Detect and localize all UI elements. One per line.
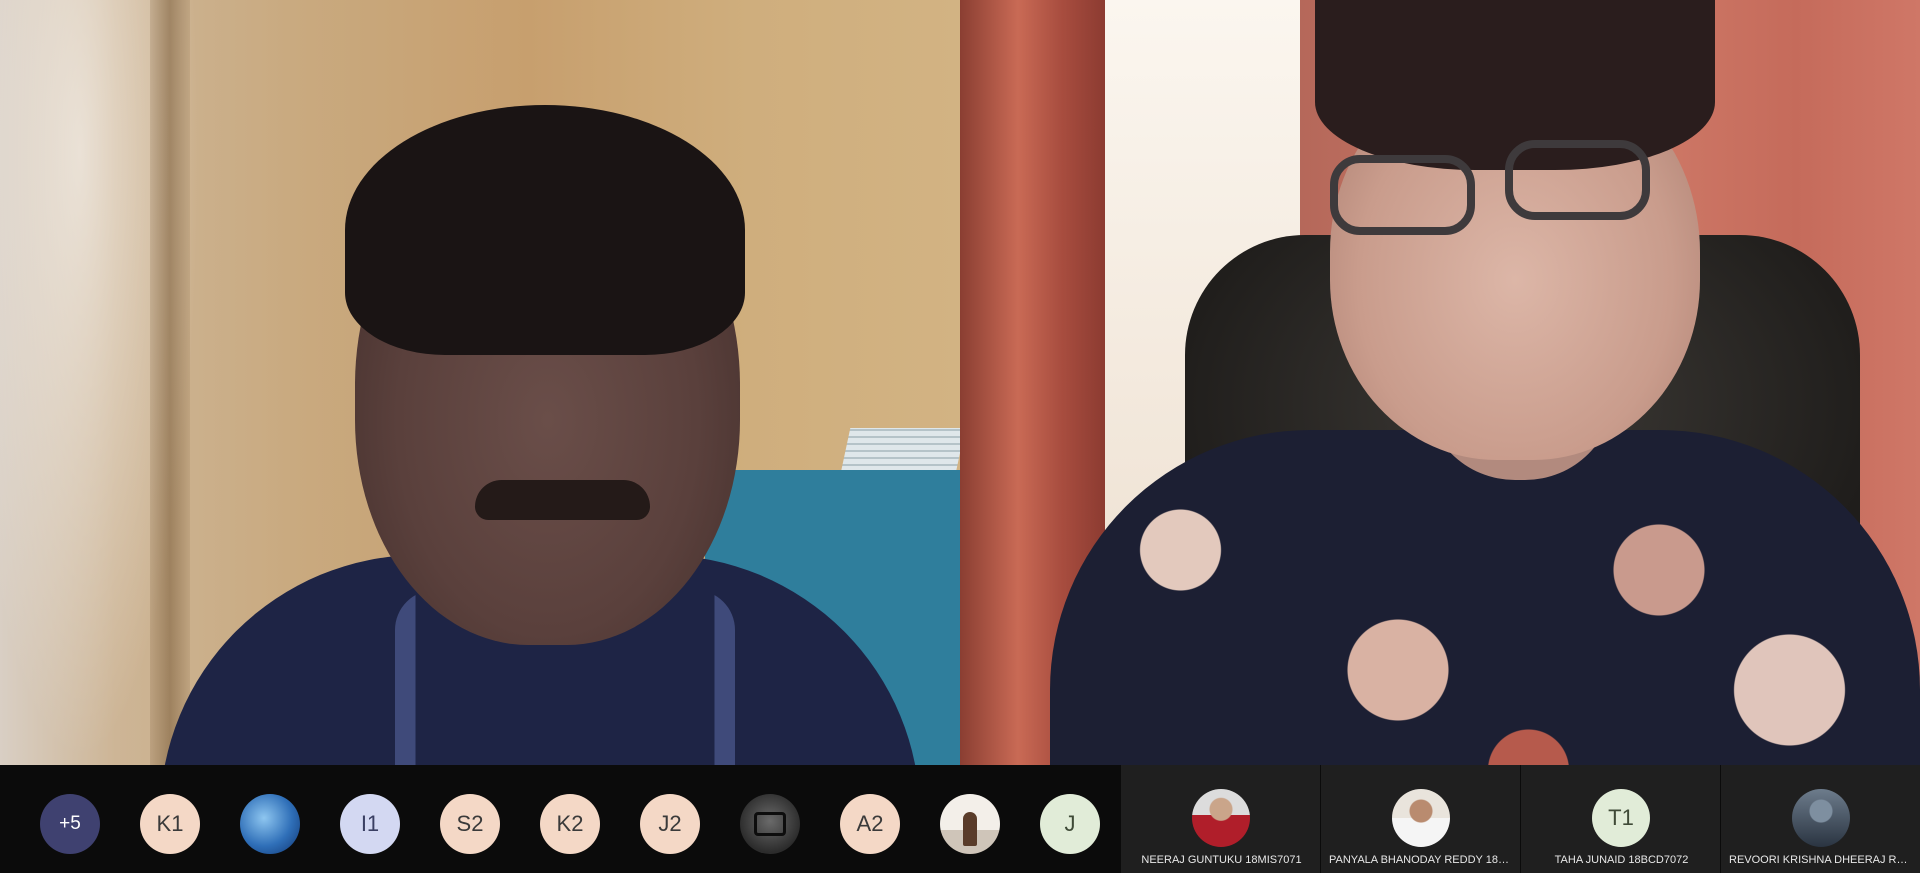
person-hair (1315, 0, 1715, 170)
more-participants-button[interactable]: +5 (40, 794, 100, 854)
participant-avatar[interactable]: I1 (340, 794, 400, 854)
participant-avatar-row: +5 K1 I1 S2 K2 J2 A2 J (0, 765, 1120, 873)
participant-tile[interactable]: REVOORI KRISHNA DHEERAJ REDD... (1720, 765, 1920, 873)
glasses-left-lens (1330, 155, 1475, 235)
person-photo-icon[interactable] (940, 794, 1000, 854)
profile-photo-icon (1192, 789, 1250, 847)
person-mustache (475, 480, 650, 520)
participant-name: REVOORI KRISHNA DHEERAJ REDD... (1729, 854, 1914, 866)
participant-name: NEERAJ GUNTUKU 18MIS7071 (1141, 854, 1302, 866)
participant-tile[interactable]: PANYALA BHANODAY REDDY 18MI... (1320, 765, 1520, 873)
profile-photo-icon (1392, 789, 1450, 847)
video-stage (0, 0, 1920, 765)
glasses-right-lens (1505, 140, 1650, 220)
person-hair (345, 105, 745, 355)
named-participant-tiles: NEERAJ GUNTUKU 18MIS7071 PANYALA BHANODA… (1120, 765, 1920, 873)
participant-avatar[interactable]: K1 (140, 794, 200, 854)
participant-avatar[interactable]: S2 (440, 794, 500, 854)
person-body (1050, 430, 1920, 765)
wall-edge (150, 0, 190, 765)
video-tile-participant-1[interactable] (0, 0, 960, 765)
camera-photo-icon[interactable] (740, 794, 800, 854)
participant-tile[interactable]: NEERAJ GUNTUKU 18MIS7071 (1120, 765, 1320, 873)
participant-name: TAHA JUNAID 18BCD7072 (1554, 854, 1689, 866)
profile-photo-icon (1792, 789, 1850, 847)
participant-strip: +5 K1 I1 S2 K2 J2 A2 J NEERAJ GUNTUKU 18… (0, 765, 1920, 873)
ocean-photo-icon[interactable] (240, 794, 300, 854)
participant-tile[interactable]: T1 TAHA JUNAID 18BCD7072 (1520, 765, 1720, 873)
participant-name: PANYALA BHANODAY REDDY 18MI... (1329, 854, 1514, 866)
participant-avatar[interactable]: A2 (840, 794, 900, 854)
video-tile-participant-2[interactable] (960, 0, 1920, 765)
participant-avatar[interactable]: K2 (540, 794, 600, 854)
participant-initials: T1 (1592, 789, 1650, 847)
participant-avatar[interactable]: J2 (640, 794, 700, 854)
participant-avatar[interactable]: J (1040, 794, 1100, 854)
